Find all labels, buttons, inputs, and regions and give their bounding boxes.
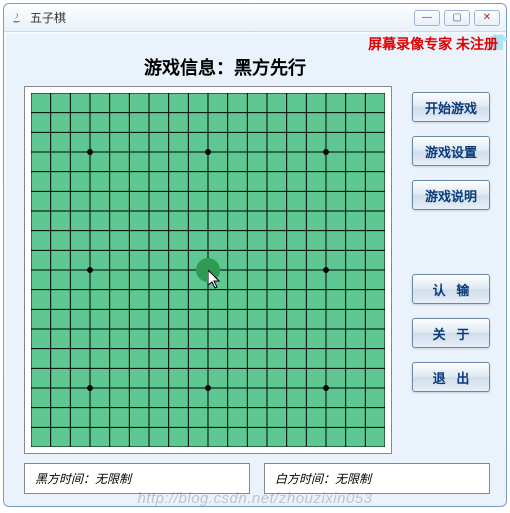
content-area: 游戏信息：黑方先行 开始游戏 游戏设置 游戏说明 认 输 关 于 退 出 黑方时…	[6, 34, 504, 504]
app-window: 五子棋 — ▢ ✕ 屏幕录像专家 未注册 游戏信息：黑方先行 开始游戏 游戏设置…	[3, 3, 507, 507]
recorder-overlay: 屏幕录像专家 未注册	[368, 34, 498, 54]
game-settings-button[interactable]: 游戏设置	[412, 136, 490, 166]
exit-button[interactable]: 退 出	[412, 362, 490, 392]
window-title: 五子棋	[30, 9, 66, 26]
timer-row: 黑方时间：无限制 白方时间：无限制	[24, 463, 490, 494]
start-game-button[interactable]: 开始游戏	[412, 92, 490, 122]
sidebar-spacer	[412, 224, 490, 260]
game-board[interactable]	[31, 93, 385, 447]
minimize-button[interactable]: —	[414, 10, 440, 26]
game-help-button[interactable]: 游戏说明	[412, 180, 490, 210]
white-timer: 白方时间：无限制	[264, 463, 490, 494]
resign-button[interactable]: 认 输	[412, 274, 490, 304]
center-marker	[196, 258, 220, 282]
close-button[interactable]: ✕	[474, 10, 500, 26]
maximize-button[interactable]: ▢	[444, 10, 470, 26]
game-board-frame	[24, 86, 392, 454]
java-icon	[10, 11, 24, 25]
window-controls: — ▢ ✕	[414, 10, 500, 26]
about-button[interactable]: 关 于	[412, 318, 490, 348]
titlebar: 五子棋 — ▢ ✕	[4, 4, 506, 32]
sidebar: 开始游戏 游戏设置 游戏说明 认 输 关 于 退 出	[412, 92, 490, 392]
black-timer: 黑方时间：无限制	[24, 463, 250, 494]
